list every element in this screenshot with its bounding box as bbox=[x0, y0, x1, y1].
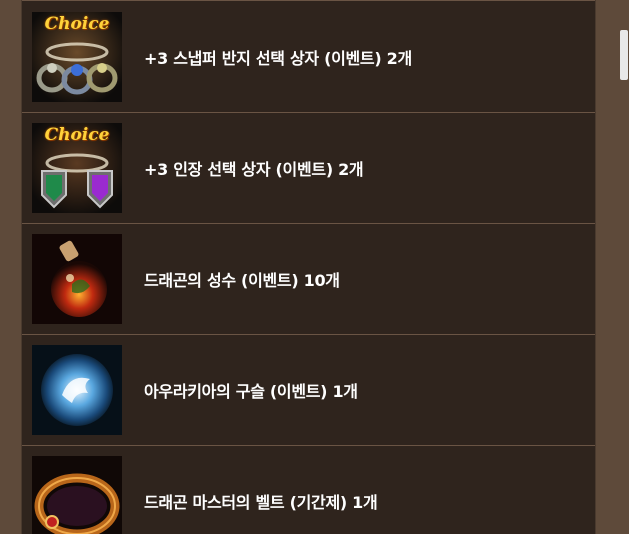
choice-badge: Choice bbox=[44, 13, 110, 34]
aurakia-orb-icon bbox=[32, 345, 122, 435]
dragon-master-belt-icon bbox=[32, 456, 122, 534]
choice-badge: Choice bbox=[44, 125, 110, 145]
snapper-ring-choice-box-icon: Choice bbox=[32, 11, 122, 102]
item-label: +3 인장 선택 상자 (이벤트) 2개 bbox=[144, 160, 364, 179]
list-item: 아우라키아의 구슬 (이벤트) 1개 bbox=[22, 335, 595, 446]
item-label: +3 스냅퍼 반지 선택 상자 (이벤트) 2개 bbox=[144, 48, 412, 68]
scrollbar-thumb[interactable] bbox=[620, 30, 628, 80]
list-item: 드래곤의 성수 (이벤트) 10개 bbox=[22, 224, 595, 335]
item-label: 드래곤의 성수 (이벤트) 10개 bbox=[144, 271, 340, 290]
item-label: 아우라키아의 구슬 (이벤트) 1개 bbox=[144, 382, 358, 401]
seal-choice-box-icon: Choice bbox=[32, 123, 122, 213]
list-item: Choice +3 인장 선택 상자 (이벤트) 2개 bbox=[22, 113, 595, 224]
list-item: 드래곤 마스터의 벨트 (기간제) 1개 bbox=[22, 446, 595, 534]
list-item: Choice +3 스냅퍼 반지 선택 상자 (이벤트) 2개 bbox=[22, 0, 595, 113]
reward-list: Choice +3 스냅퍼 반지 선택 상자 (이벤트) 2개 Choice + bbox=[21, 0, 596, 534]
item-label: 드래곤 마스터의 벨트 (기간제) 1개 bbox=[144, 493, 378, 512]
dragon-holy-water-icon bbox=[32, 234, 122, 324]
